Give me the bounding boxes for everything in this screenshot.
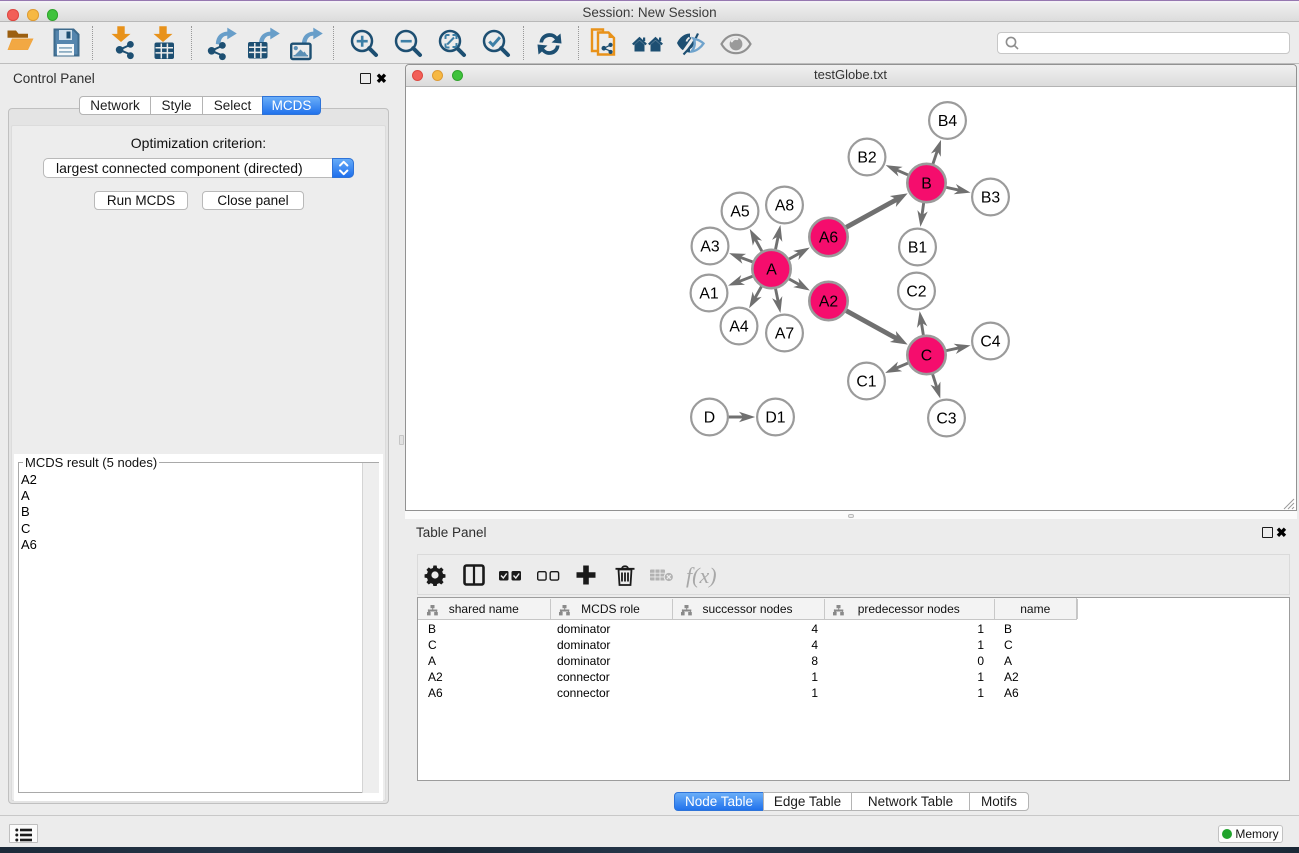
- svg-text:C1: C1: [856, 374, 876, 391]
- svg-text:A5: A5: [730, 204, 750, 221]
- svg-text:A3: A3: [700, 239, 720, 256]
- svg-text:B4: B4: [937, 113, 957, 130]
- svg-text:A6: A6: [818, 230, 838, 247]
- svg-text:C: C: [920, 348, 931, 365]
- svg-text:A: A: [766, 262, 777, 279]
- svg-text:C4: C4: [980, 334, 1000, 351]
- svg-text:C2: C2: [906, 284, 926, 301]
- svg-text:B: B: [921, 176, 932, 193]
- svg-text:A8: A8: [774, 198, 794, 215]
- svg-text:A4: A4: [729, 319, 749, 336]
- svg-text:C3: C3: [936, 411, 956, 428]
- svg-text:D1: D1: [765, 410, 785, 427]
- svg-text:B3: B3: [980, 190, 1000, 207]
- svg-text:B1: B1: [907, 240, 927, 257]
- svg-text:A1: A1: [699, 286, 719, 303]
- svg-text:A2: A2: [818, 294, 837, 311]
- svg-text:D: D: [703, 410, 714, 427]
- svg-text:B2: B2: [857, 150, 876, 167]
- svg-text:A7: A7: [774, 326, 793, 343]
